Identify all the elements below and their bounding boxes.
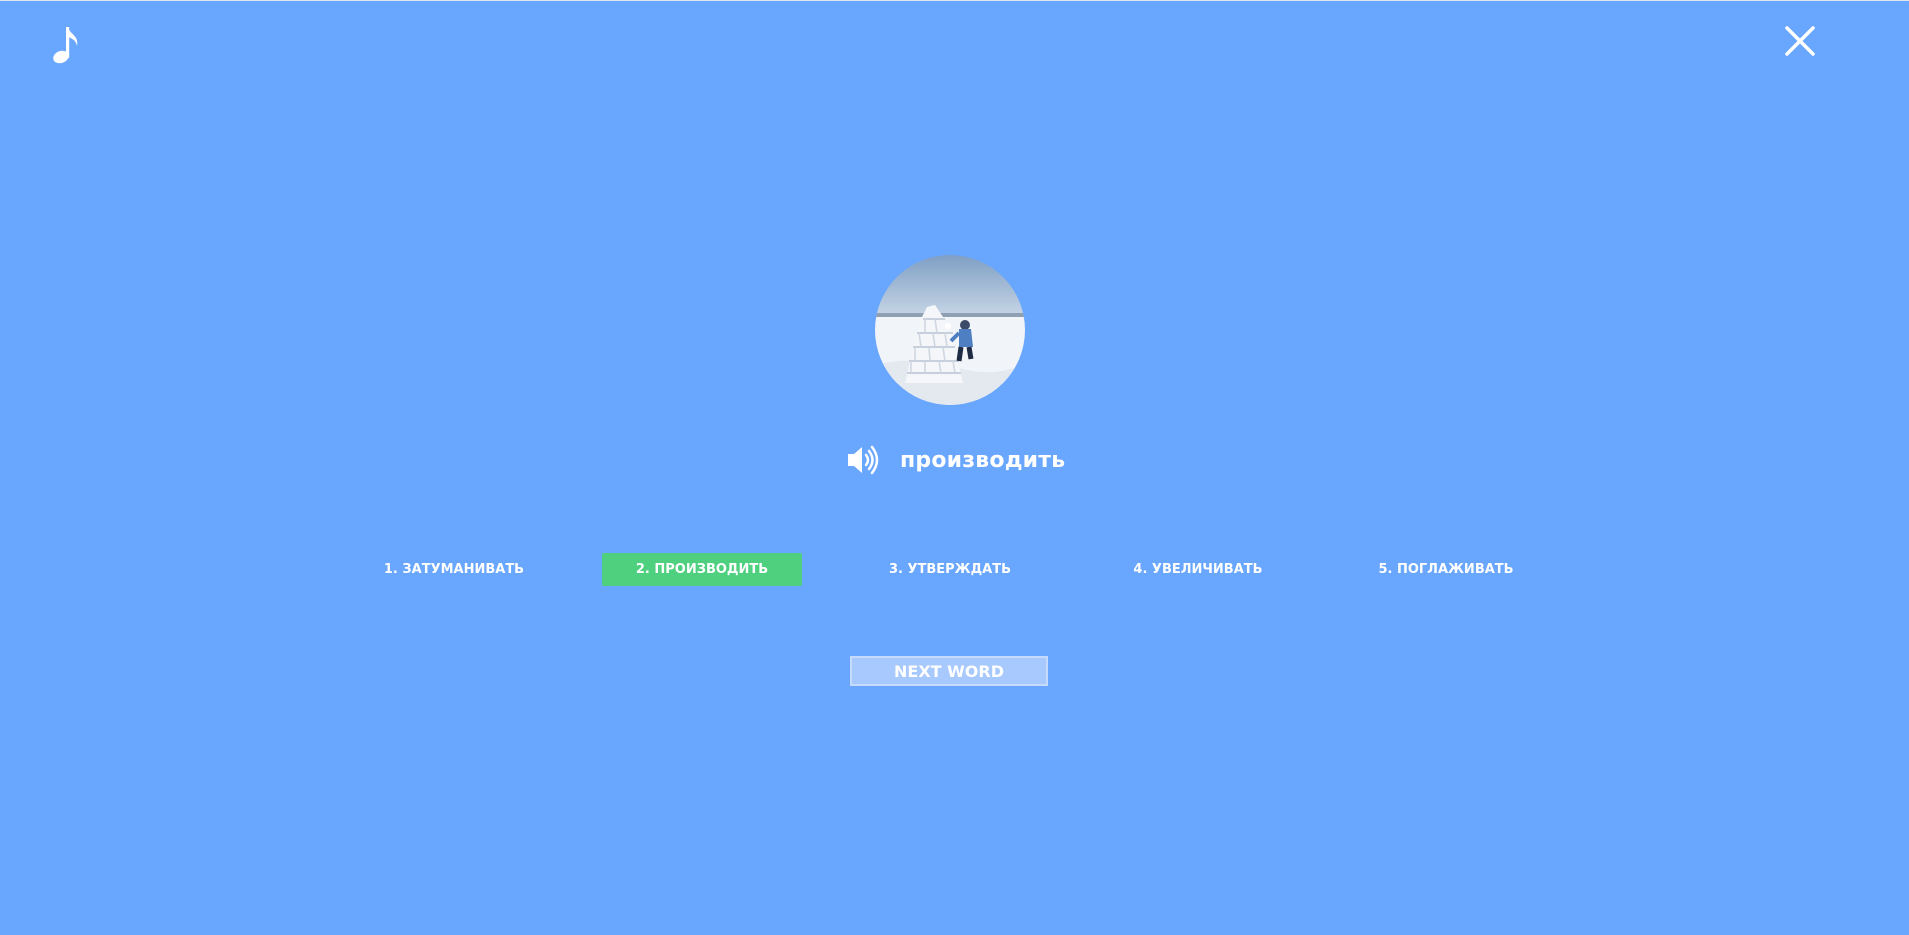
close-icon bbox=[1785, 26, 1815, 56]
option-4[interactable]: 4. УВЕЛИЧИВАТЬ bbox=[1098, 553, 1298, 586]
snow-tower-photo bbox=[875, 255, 1025, 405]
music-toggle-button[interactable] bbox=[50, 22, 84, 66]
word-display: производить bbox=[846, 440, 1065, 480]
option-5[interactable]: 5. ПОГЛАЖИВАТЬ bbox=[1346, 553, 1546, 586]
next-word-button[interactable]: NEXT WORD bbox=[850, 656, 1048, 686]
option-2[interactable]: 2. ПРОИЗВОДИТЬ bbox=[602, 553, 802, 586]
pronounce-button[interactable] bbox=[846, 443, 880, 477]
speaker-icon bbox=[848, 445, 879, 475]
music-note-icon bbox=[53, 27, 78, 64]
close-button[interactable] bbox=[1779, 22, 1821, 64]
option-1[interactable]: 1. ЗАТУМАНИВАТЬ bbox=[354, 553, 554, 586]
answer-options: 1. ЗАТУМАНИВАТЬ 2. ПРОИЗВОДИТЬ 3. УТВЕРЖ… bbox=[0, 553, 1909, 586]
word-illustration-image bbox=[875, 255, 1025, 405]
option-3[interactable]: 3. УТВЕРЖДАТЬ bbox=[850, 553, 1050, 586]
top-border bbox=[0, 0, 1909, 1]
target-word: производить bbox=[900, 447, 1066, 473]
